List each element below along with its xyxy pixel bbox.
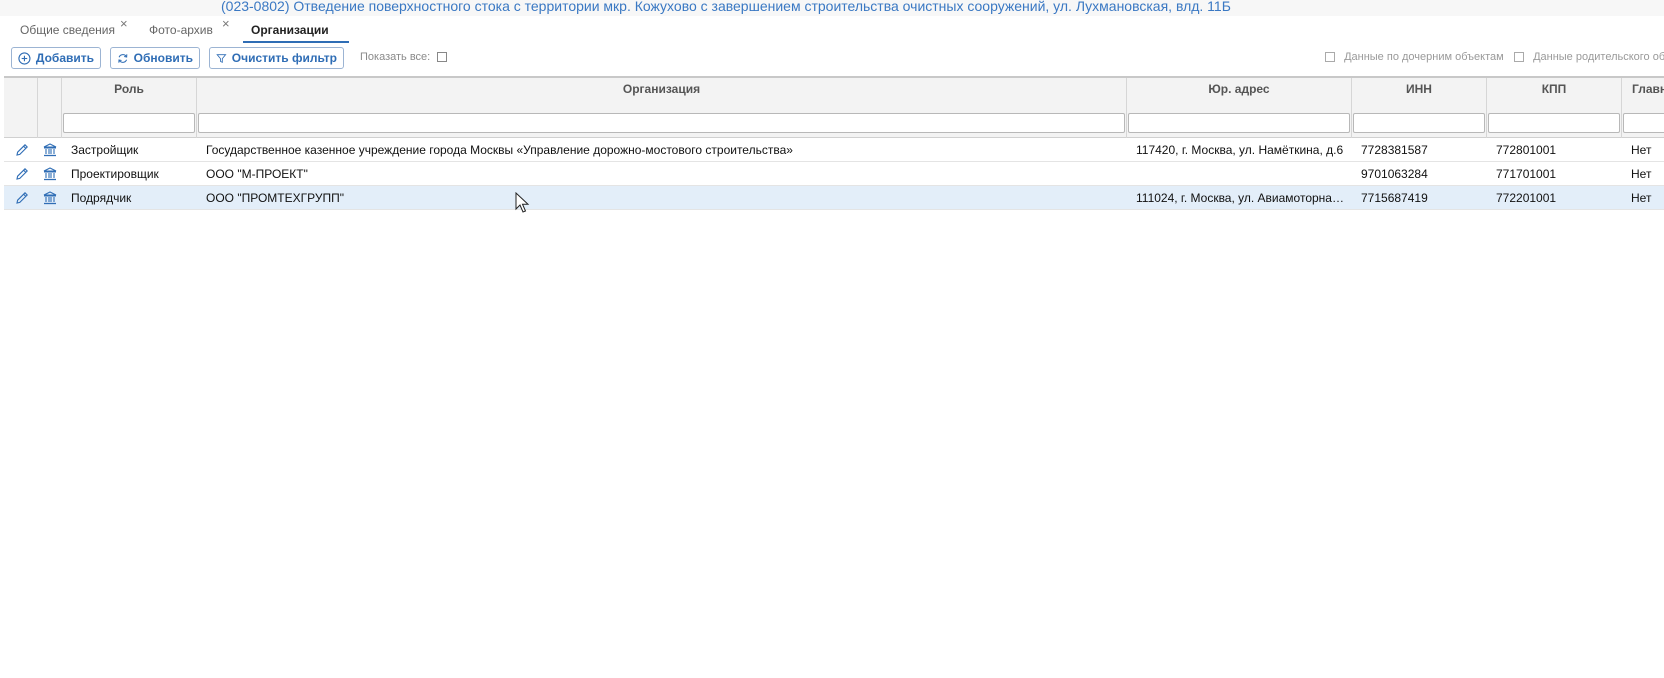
parent-data-checkbox[interactable] — [1514, 52, 1524, 63]
tab-bar: Общие сведения × Фото-архив × Организаци… — [0, 16, 1664, 44]
add-button[interactable]: Добавить — [11, 47, 101, 69]
table-row[interactable]: Подрядчик ООО "ПРОМТЕХГРУПП" 111024, г. … — [4, 186, 1664, 210]
tab-label: Общие сведения — [20, 23, 115, 37]
clear-filter-button[interactable]: Очистить фильтр — [209, 47, 344, 69]
show-all-checkbox[interactable] — [437, 52, 448, 63]
cell-inn: 9701063284 — [1361, 167, 1428, 181]
edit-pencil-icon[interactable] — [14, 142, 30, 158]
cell-kpp: 772801001 — [1496, 143, 1557, 157]
table-row[interactable]: Застройщик Государственное казенное учре… — [4, 138, 1664, 162]
tab-organizations[interactable]: Организации — [243, 18, 349, 43]
object-title-bar: (023-0802) Отведение поверхностного сток… — [0, 0, 1664, 16]
child-data-checkbox[interactable] — [1325, 52, 1335, 63]
inn-filter-input[interactable] — [1353, 113, 1485, 133]
cell-legal-address: 117420, г. Москва, ул. Намёткина, д.6 — [1136, 143, 1344, 157]
organization-building-icon[interactable] — [42, 142, 58, 158]
grid-header: Роль Организация Юр. адрес ИНН КПП Главн — [4, 76, 1664, 138]
parent-data-label: Данные родительского объ — [1533, 51, 1664, 63]
cell-main: Нет — [1631, 143, 1652, 157]
cell-role: Застройщик — [71, 143, 139, 157]
main-filter-input[interactable] — [1623, 113, 1664, 133]
column-organization[interactable]: Организация — [197, 78, 1127, 138]
organization-filter-input[interactable] — [198, 113, 1125, 133]
column-legal-address[interactable]: Юр. адрес — [1127, 78, 1352, 138]
close-icon[interactable]: × — [120, 12, 128, 36]
header-org-column — [38, 78, 62, 138]
legal-address-filter-input[interactable] — [1128, 113, 1350, 133]
child-data-label: Данные по дочерним объектам — [1344, 51, 1504, 63]
column-main[interactable]: Главн — [1622, 78, 1664, 138]
child-data-toggle[interactable]: Данные по дочерним объектам — [1325, 51, 1504, 63]
cell-kpp: 772201001 — [1496, 191, 1557, 205]
edit-pencil-icon[interactable] — [14, 166, 30, 182]
refresh-button[interactable]: Обновить — [110, 47, 200, 69]
tab-general-info[interactable]: Общие сведения × — [20, 16, 128, 42]
cell-legal-address: 111024, г. Москва, ул. Авиамоторна… — [1136, 191, 1344, 205]
column-legal-address-label: Юр. адрес — [1208, 82, 1270, 96]
column-organization-label: Организация — [622, 82, 701, 96]
refresh-button-label: Обновить — [133, 51, 193, 65]
add-icon — [18, 51, 31, 65]
column-inn-label: ИНН — [1406, 82, 1432, 96]
kpp-filter-input[interactable] — [1488, 113, 1620, 133]
cell-legal-address — [1136, 162, 1348, 186]
header-edit-column — [4, 78, 38, 138]
role-filter-input[interactable] — [63, 113, 195, 133]
column-role-label: Роль — [114, 82, 144, 96]
column-main-label: Главн — [1632, 82, 1664, 96]
cell-organization: ООО "ПРОМТЕХГРУПП" — [206, 191, 344, 205]
active-tab-underline — [243, 41, 349, 43]
cell-main: Нет — [1631, 167, 1652, 181]
cell-organization: Государственное казенное учреждение горо… — [206, 143, 793, 157]
column-kpp-label: КПП — [1541, 82, 1567, 96]
cell-inn: 7715687419 — [1361, 191, 1428, 205]
column-kpp[interactable]: КПП — [1487, 78, 1622, 138]
column-role[interactable]: Роль — [62, 78, 197, 138]
cell-role: Подрядчик — [71, 191, 132, 205]
table-row[interactable]: Проектировщик ООО "М-ПРОЕКТ" 9701063284 … — [4, 162, 1664, 186]
tab-label: Организации — [251, 23, 329, 37]
show-all-label: Показать все: — [360, 51, 431, 63]
toolbar: Добавить Обновить Очистить фильтр Показа… — [0, 47, 1664, 73]
tab-label: Фото-архив — [149, 23, 213, 37]
tab-photo-archive[interactable]: Фото-архив × — [149, 16, 230, 42]
cell-organization: ООО "М-ПРОЕКТ" — [206, 167, 308, 181]
page: (023-0802) Отведение поверхностного сток… — [0, 0, 1664, 678]
clear-filter-button-label: Очистить фильтр — [231, 51, 337, 65]
cell-role: Проектировщик — [71, 167, 159, 181]
parent-data-toggle[interactable]: Данные родительского объ — [1514, 51, 1664, 63]
cell-kpp: 771701001 — [1496, 167, 1557, 181]
filter-icon — [216, 53, 227, 63]
refresh-icon — [118, 53, 128, 63]
cell-main: Нет — [1631, 191, 1652, 205]
object-title: (023-0802) Отведение поверхностного сток… — [221, 0, 1231, 14]
organizations-grid: Роль Организация Юр. адрес ИНН КПП Главн — [4, 76, 1664, 678]
add-button-label: Добавить — [35, 51, 94, 65]
organization-building-icon[interactable] — [42, 190, 58, 206]
mouse-cursor-icon — [515, 192, 530, 213]
cell-inn: 7728381587 — [1361, 143, 1428, 157]
column-inn[interactable]: ИНН — [1352, 78, 1487, 138]
organization-building-icon[interactable] — [42, 166, 58, 182]
close-icon[interactable]: × — [222, 12, 230, 36]
edit-pencil-icon[interactable] — [14, 190, 30, 206]
show-all-toggle[interactable]: Показать все: — [360, 51, 448, 63]
